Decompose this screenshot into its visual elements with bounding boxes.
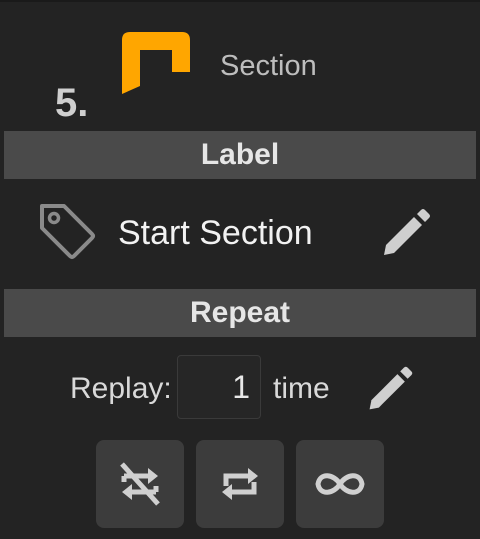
repeat-button[interactable] (196, 440, 284, 528)
section-panel: 5. Section Label Start Section Repeat Re… (0, 0, 480, 539)
infinite-repeat-button[interactable] (296, 440, 384, 528)
replay-count-input[interactable] (177, 355, 261, 419)
replay-label: Replay: (70, 372, 172, 405)
no-repeat-button[interactable] (96, 440, 184, 528)
edit-repeat-pencil-icon[interactable] (364, 363, 416, 415)
repeat-off-icon (120, 462, 160, 506)
tag-icon (40, 204, 95, 259)
section-bracket-icon (122, 32, 190, 94)
section-type-label: Section (220, 50, 317, 82)
repeat-icon (222, 468, 258, 500)
label-value: Start Section (118, 214, 313, 252)
label-header: Label (4, 131, 476, 179)
infinity-icon (315, 473, 365, 495)
replay-unit-label: time (273, 372, 330, 405)
edit-label-pencil-icon[interactable] (378, 205, 434, 261)
step-number: 5. (55, 81, 89, 125)
repeat-header: Repeat (4, 289, 476, 337)
